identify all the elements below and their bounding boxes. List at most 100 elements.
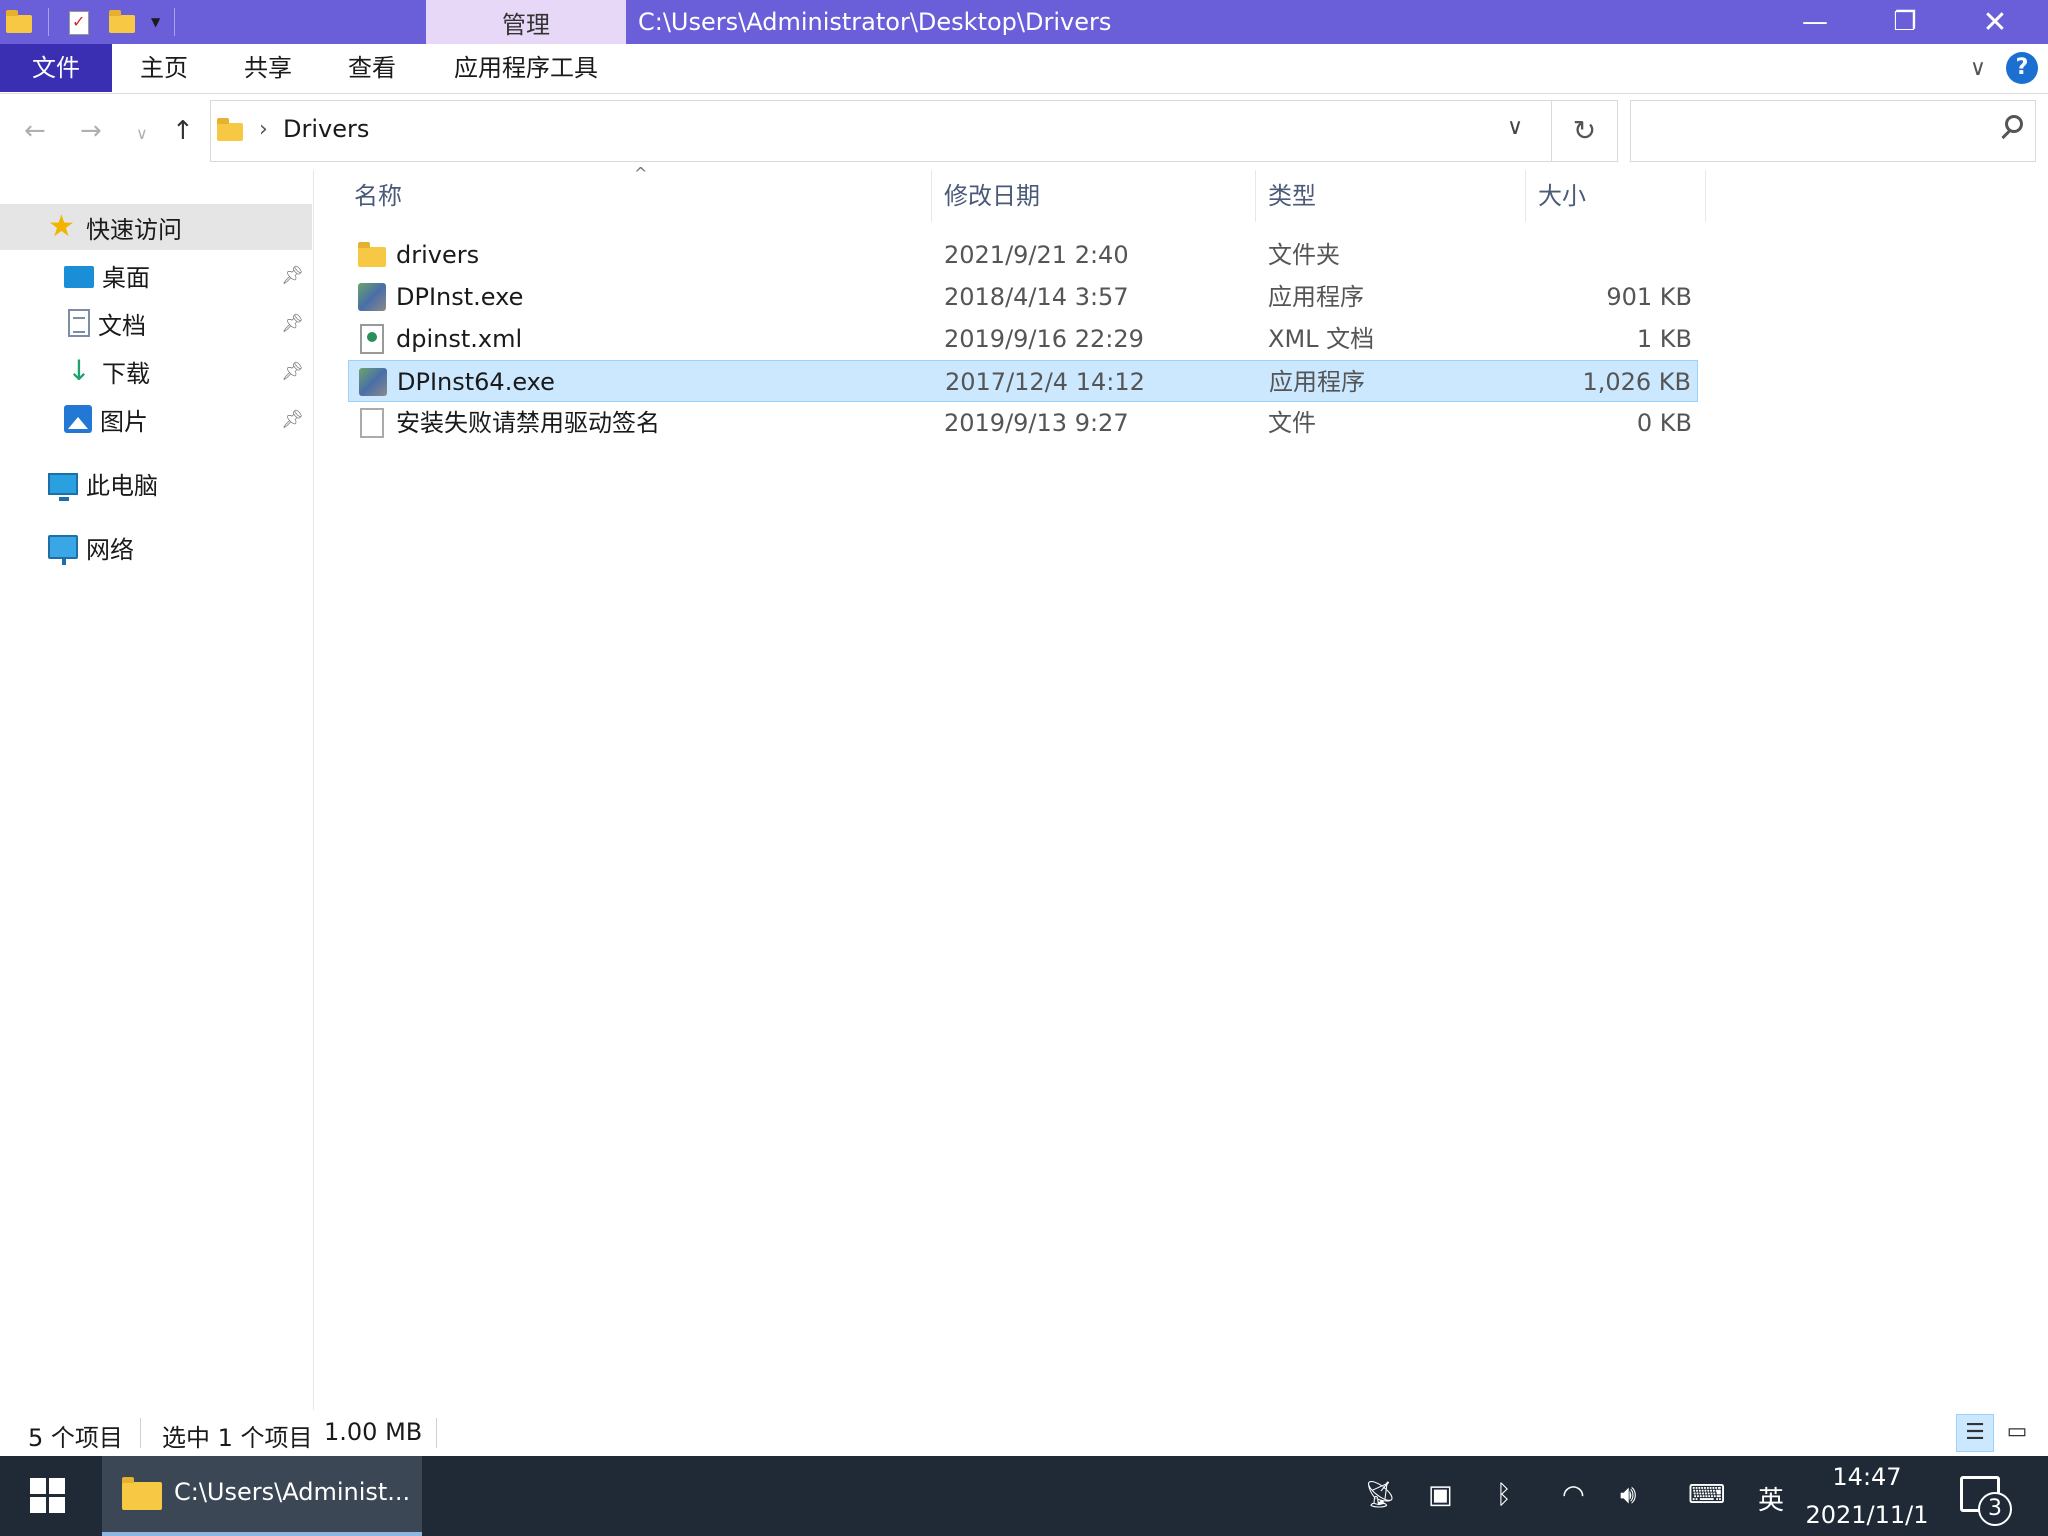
file-row-dpinst-exe[interactable]: DPInst.exe 2018/4/14 3:57 应用程序 901 KB [348, 276, 1698, 318]
title-bar: ▼ 管理 C:\Users\Administrator\Desktop\Driv… [0, 0, 2048, 44]
column-header-name[interactable]: 名称 [342, 170, 932, 222]
pictures-icon [64, 405, 92, 433]
details-view-icon[interactable]: ☰ [1956, 1414, 1994, 1452]
pin-icon[interactable]: 📌︎ [281, 265, 304, 286]
sidebar-item-label: 网络 [86, 535, 134, 564]
close-button[interactable]: ✕ [1950, 0, 2040, 44]
bluetooth-icon[interactable]: ᛒ [1496, 1480, 1512, 1510]
refresh-button[interactable]: ↻ [1552, 100, 1618, 162]
sidebar-item-this-pc[interactable]: 此电脑 [0, 460, 312, 506]
file-row-disable-signature[interactable]: 安装失败请禁用驱动签名 2019/9/13 9:27 文件 0 KB [348, 402, 1698, 444]
desktop-icon [64, 266, 94, 288]
sidebar-item-pictures[interactable]: 图片 📌︎ [0, 396, 312, 442]
sidebar-item-quick-access[interactable]: ★ 快速访问 [0, 204, 312, 250]
window-title: C:\Users\Administrator\Desktop\Drivers [638, 8, 1112, 36]
customize-toolbar-chevron-icon[interactable]: ▼ [151, 15, 160, 29]
tray-app-icon[interactable]: ▣ [1428, 1480, 1453, 1510]
file-name: DPInst64.exe [397, 368, 555, 396]
restore-button[interactable]: ❐ [1860, 0, 1950, 44]
column-header-date[interactable]: 修改日期 [932, 170, 1256, 222]
pin-icon[interactable]: 📌︎ [281, 361, 304, 382]
minimize-button[interactable]: — [1770, 0, 1860, 44]
file-row-drivers[interactable]: drivers 2021/9/21 2:40 文件夹 [348, 234, 1698, 276]
ribbon-controls: ∨ ? [1970, 52, 2038, 84]
search-input[interactable] [1630, 100, 2036, 162]
ribbon-tabs: 文件 主页 共享 查看 应用程序工具 ∨ ? [0, 44, 2048, 94]
file-type: 文件夹 [1268, 241, 1340, 269]
tab-home[interactable]: 主页 [122, 44, 206, 92]
volume-icon[interactable]: 🔊︎ [1620, 1480, 1636, 1511]
sidebar-item-downloads[interactable]: ↓ 下载 📌︎ [0, 348, 312, 394]
recent-locations-chevron-icon[interactable]: ∨ [136, 124, 148, 143]
properties-icon[interactable] [63, 9, 93, 35]
up-button[interactable]: ↑ [172, 116, 194, 146]
navigation-bar: ← → ∨ ↑ › Drivers ∨ ↻ [0, 94, 2048, 170]
file-size: 901 KB [1606, 283, 1692, 311]
file-date: 2019/9/16 22:29 [944, 325, 1144, 353]
sidebar-item-label: 文档 [98, 311, 146, 340]
file-size: 1 KB [1636, 325, 1692, 353]
exe-icon [356, 281, 386, 313]
clock-time: 14:47 [1832, 1463, 1902, 1491]
file-name: 安装失败请禁用驱动签名 [396, 409, 660, 437]
taskbar-app-file-explorer[interactable]: C:\Users\Administ... [102, 1456, 422, 1536]
sidebar-item-desktop[interactable]: 桌面 📌︎ [0, 252, 312, 298]
tab-share[interactable]: 共享 [226, 44, 310, 92]
file-size: 0 KB [1636, 409, 1692, 437]
folder-icon [4, 9, 34, 35]
sidebar-item-documents[interactable]: 文档 📌︎ [0, 300, 312, 346]
divider [436, 1418, 437, 1448]
folder-icon [217, 118, 243, 141]
new-folder-icon[interactable] [107, 9, 137, 35]
file-name: drivers [396, 241, 480, 269]
breadcrumb-drivers[interactable]: Drivers [283, 115, 369, 143]
breadcrumb-separator-icon[interactable]: › [259, 117, 268, 142]
help-icon[interactable]: ? [2006, 52, 2038, 84]
forward-button[interactable]: → [80, 116, 102, 146]
item-count: 5 个项目 [28, 1424, 123, 1452]
column-header-type[interactable]: 类型 [1256, 170, 1526, 222]
network-icon [48, 535, 78, 565]
file-row-dpinst64-exe[interactable]: DPInst64.exe 2017/12/4 14:12 应用程序 1,026 … [348, 360, 1698, 402]
search-icon[interactable] [1999, 113, 2025, 143]
tab-manage[interactable]: 管理 [426, 0, 626, 44]
sidebar-item-network[interactable]: 网络 [0, 524, 312, 570]
tab-view[interactable]: 查看 [330, 44, 414, 92]
sidebar-item-label: 此电脑 [86, 471, 158, 500]
wifi-icon[interactable]: ◠ [1562, 1480, 1585, 1510]
clock-date: 2021/11/1 [1805, 1501, 1929, 1529]
tab-application-tools[interactable]: 应用程序工具 [426, 44, 626, 92]
file-date: 2021/9/21 2:40 [944, 241, 1129, 269]
pin-icon[interactable]: 📌︎ [281, 313, 304, 334]
start-button[interactable] [30, 1478, 66, 1514]
back-button[interactable]: ← [24, 116, 46, 146]
pin-icon[interactable]: 📌︎ [281, 409, 304, 430]
tab-file[interactable]: 文件 [0, 44, 112, 92]
selection-size: 1.00 MB [324, 1418, 423, 1446]
divider [174, 8, 176, 36]
quick-access-toolbar: ▼ [0, 0, 176, 44]
sidebar-item-label: 桌面 [102, 263, 150, 292]
file-date: 2017/12/4 14:12 [945, 368, 1145, 396]
address-bar[interactable]: › Drivers ∨ [210, 100, 1552, 162]
ime-indicator[interactable]: 英 [1758, 1480, 1784, 1517]
file-date: 2018/4/14 3:57 [944, 283, 1129, 311]
folder-icon [356, 239, 386, 271]
file-name: dpinst.xml [396, 325, 523, 353]
file-date: 2019/9/13 9:27 [944, 409, 1129, 437]
file-list: drivers 2021/9/21 2:40 文件夹 DPInst.exe 20… [348, 234, 1698, 444]
satellite-icon[interactable]: 📡︎ [1364, 1480, 1397, 1510]
large-icons-view-icon[interactable]: ▭ [1998, 1414, 2036, 1452]
file-name: DPInst.exe [396, 283, 524, 311]
file-icon [356, 407, 386, 439]
keyboard-icon[interactable]: ⌨ [1688, 1480, 1726, 1510]
address-history-chevron-icon[interactable]: ∨ [1507, 115, 1523, 140]
sidebar-item-label: 快速访问 [86, 215, 182, 244]
file-row-dpinst-xml[interactable]: dpinst.xml 2019/9/16 22:29 XML 文档 1 KB [348, 318, 1698, 360]
expand-ribbon-chevron-icon[interactable]: ∨ [1970, 56, 1986, 81]
file-type: XML 文档 [1268, 325, 1375, 353]
clock[interactable]: 14:47 2021/11/1 [1792, 1458, 1942, 1534]
file-size: 1,026 KB [1582, 368, 1691, 396]
taskbar-app-label: C:\Users\Administ... [174, 1478, 411, 1506]
column-header-size[interactable]: 大小 [1526, 170, 1706, 222]
